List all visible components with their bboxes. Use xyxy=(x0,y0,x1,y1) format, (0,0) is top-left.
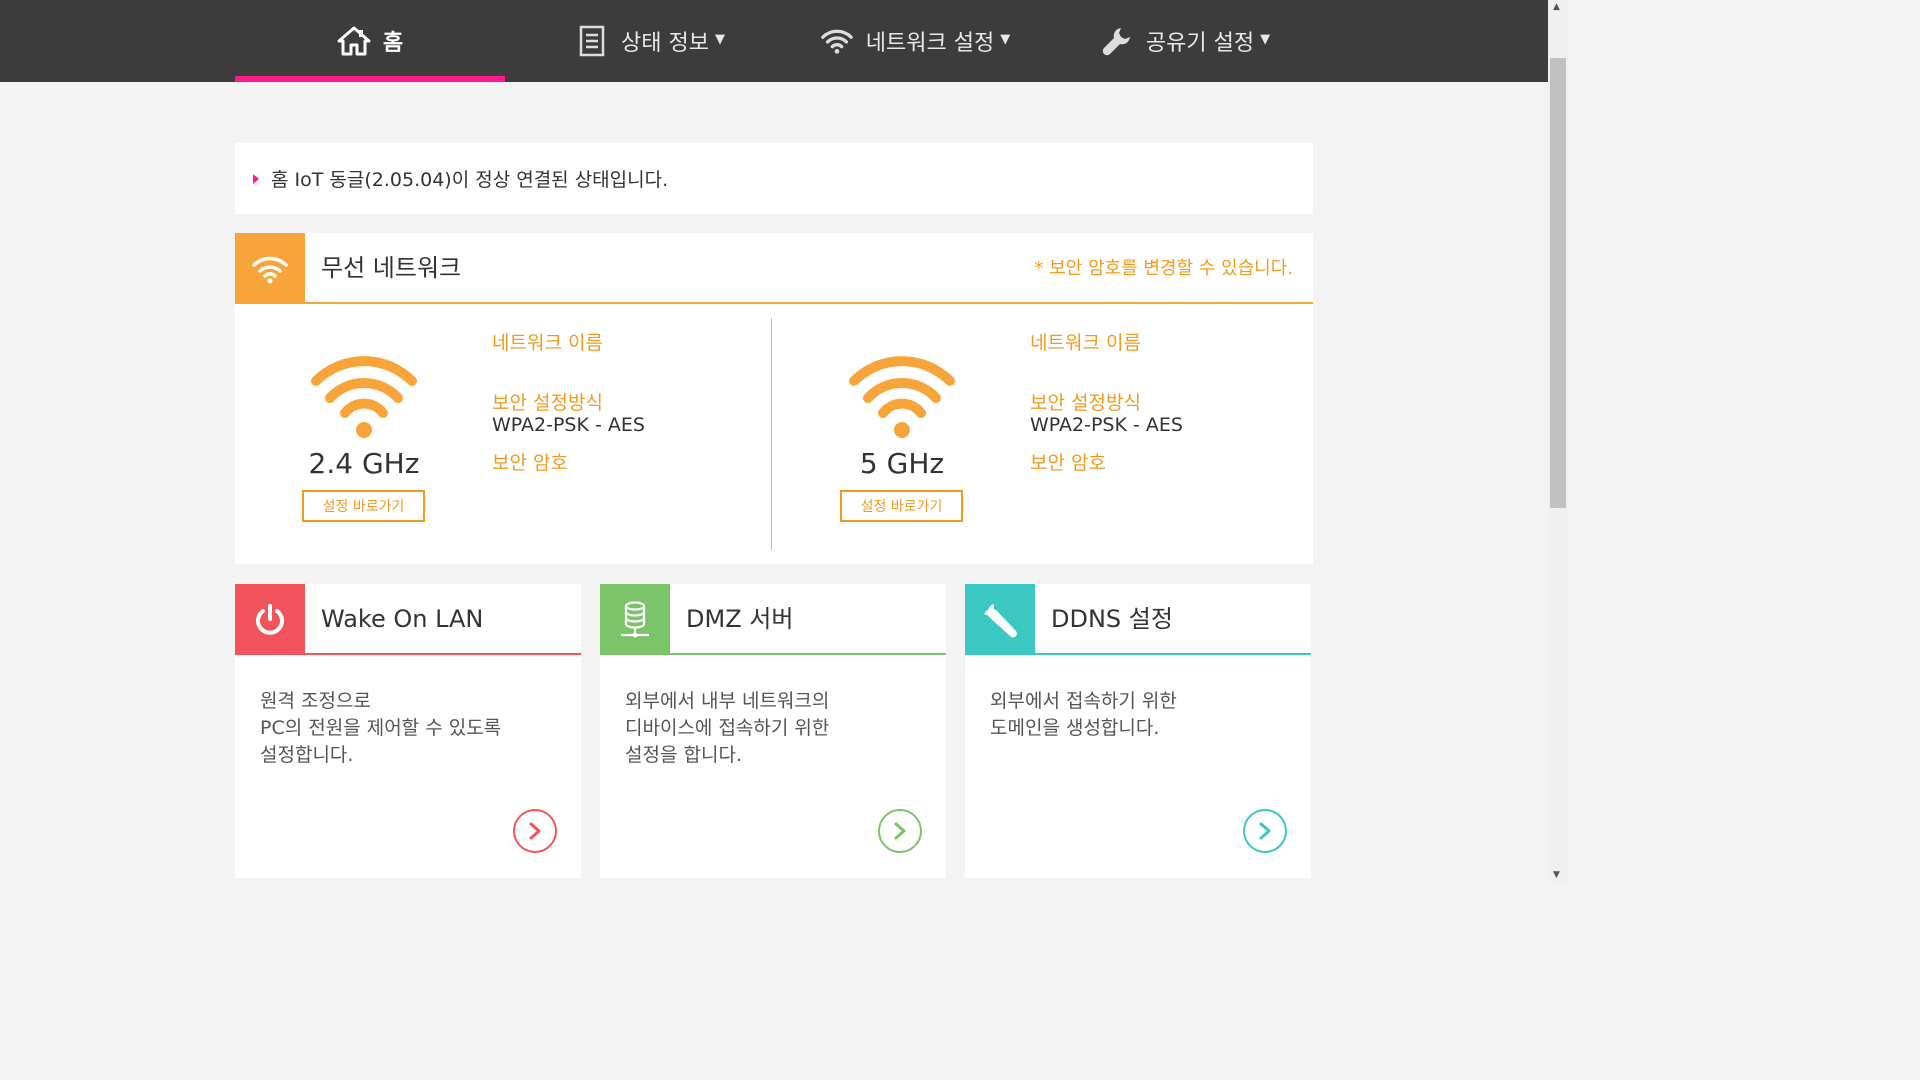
card-description-line: 설정합니다. xyxy=(260,744,354,766)
wifi-icon xyxy=(820,24,854,58)
nav-router-label: 공유기 설정 xyxy=(1145,31,1255,56)
card-header: Wake On LAN xyxy=(235,584,581,655)
band-frequency: 2.4 GHz xyxy=(308,447,420,480)
wireless-header: 무선 네트워크 * 보안 암호를 변경할 수 있습니다. xyxy=(235,233,1313,304)
card-description-line: 도메인을 생성합니다. xyxy=(990,717,1160,739)
scrollbar[interactable]: ▲ ▼ xyxy=(1548,0,1568,882)
card-description-line: 원격 조정으로 xyxy=(260,690,371,712)
go-arrow-button[interactable] xyxy=(513,809,557,853)
card-description-line: 외부에서 내부 네트워크의 xyxy=(625,690,830,712)
network-name-label: 네트워크 이름 xyxy=(492,332,603,354)
dmz-server-card: DMZ 서버 외부에서 내부 네트워크의 디바이스에 접속하기 위한 설정을 합… xyxy=(600,584,946,878)
security-password-label: 보안 암호 xyxy=(1030,452,1106,474)
wrench-icon xyxy=(965,584,1035,655)
card-description-line: 외부에서 접속하기 위한 xyxy=(990,690,1177,712)
wireless-title: 무선 네트워크 xyxy=(321,254,462,282)
chevron-down-icon: ▼ xyxy=(1260,31,1271,47)
wrench-icon xyxy=(1100,24,1134,58)
go-arrow-button[interactable] xyxy=(878,809,922,853)
wireless-hint: * 보안 암호를 변경할 수 있습니다. xyxy=(1034,258,1293,279)
card-description: 원격 조정으로 PC의 전원을 제어할 수 있도록 설정합니다. xyxy=(260,688,501,769)
active-tab-indicator xyxy=(235,76,505,82)
settings-shortcut-button[interactable]: 설정 바로가기 xyxy=(840,490,963,522)
power-icon xyxy=(235,584,305,655)
security-method-value: WPA2-PSK - AES xyxy=(1030,414,1183,436)
server-icon xyxy=(600,584,670,655)
nav-home-label: 홈 xyxy=(382,31,404,56)
card-description-line: PC의 전원을 제어할 수 있도록 xyxy=(260,717,502,739)
settings-shortcut-button[interactable]: 설정 바로가기 xyxy=(302,490,425,522)
top-nav: 홈 상태 정보 ▼ 네트워크 설정 ▼ 공유기 설정 ▼ xyxy=(0,0,1548,82)
band-5ghz: 5 GHz 설정 바로가기 네트워크 이름 보안 설정방식 WPA2-PSK -… xyxy=(773,305,1309,564)
card-header: DMZ 서버 xyxy=(600,584,946,655)
band-divider xyxy=(771,318,772,550)
network-name-label: 네트워크 이름 xyxy=(1030,332,1141,354)
card-description: 외부에서 접속하기 위한 도메인을 생성합니다. xyxy=(990,688,1177,742)
band-frequency: 5 GHz xyxy=(859,447,945,480)
chevron-right-icon xyxy=(1259,822,1271,840)
document-icon xyxy=(575,24,609,58)
chevron-right-icon xyxy=(529,822,541,840)
wireless-network-panel: 무선 네트워크 * 보안 암호를 변경할 수 있습니다. 2.4 GHz 설정 … xyxy=(235,233,1313,564)
nav-router-settings[interactable]: 공유기 설정 ▼ xyxy=(1075,0,1295,82)
card-description: 외부에서 내부 네트워크의 디바이스에 접속하기 위한 설정을 합니다. xyxy=(625,688,829,769)
wake-on-lan-card: Wake On LAN 원격 조정으로 PC의 전원을 제어할 수 있도록 설정… xyxy=(235,584,581,878)
band-2-4ghz: 2.4 GHz 설정 바로가기 네트워크 이름 보안 설정방식 WPA2-PSK… xyxy=(235,305,771,564)
go-arrow-button[interactable] xyxy=(1243,809,1287,853)
chevron-down-icon: ▼ xyxy=(714,31,725,47)
scroll-up-arrow-icon[interactable]: ▲ xyxy=(1553,2,1560,12)
nav-network-label: 네트워크 설정 xyxy=(865,31,995,56)
chevron-down-icon: ▼ xyxy=(1000,31,1011,47)
card-description-line: 설정을 합니다. xyxy=(625,744,742,766)
wifi-signal-icon xyxy=(311,356,417,438)
wifi-icon xyxy=(235,233,305,304)
card-title: DDNS 설정 xyxy=(1051,605,1173,633)
card-description-line: 디바이스에 접속하기 위한 xyxy=(625,717,830,739)
card-header: DDNS 설정 xyxy=(965,584,1311,655)
chevron-right-icon xyxy=(894,822,906,840)
notice-text: 홈 IoT 동글(2.05.04)이 정상 연결된 상태입니다. xyxy=(271,169,669,191)
nav-status-label: 상태 정보 xyxy=(621,31,709,56)
home-icon xyxy=(337,24,371,58)
nav-network-settings[interactable]: 네트워크 설정 ▼ xyxy=(790,0,1040,82)
scroll-down-arrow-icon[interactable]: ▼ xyxy=(1553,870,1560,880)
bullet-triangle-icon xyxy=(253,173,259,184)
nav-home[interactable]: 홈 xyxy=(235,0,505,82)
scrollbar-thumb[interactable] xyxy=(1550,58,1566,508)
card-title: Wake On LAN xyxy=(321,605,484,633)
card-title: DMZ 서버 xyxy=(686,605,794,633)
status-notice: 홈 IoT 동글(2.05.04)이 정상 연결된 상태입니다. xyxy=(235,143,1313,214)
wifi-signal-icon xyxy=(849,356,955,438)
security-method-value: WPA2-PSK - AES xyxy=(492,414,645,436)
ddns-settings-card: DDNS 설정 외부에서 접속하기 위한 도메인을 생성합니다. xyxy=(965,584,1311,878)
security-method-label: 보안 설정방식 xyxy=(1030,392,1141,414)
nav-status[interactable]: 상태 정보 ▼ xyxy=(545,0,755,82)
security-password-label: 보안 암호 xyxy=(492,452,568,474)
security-method-label: 보안 설정방식 xyxy=(492,392,603,414)
